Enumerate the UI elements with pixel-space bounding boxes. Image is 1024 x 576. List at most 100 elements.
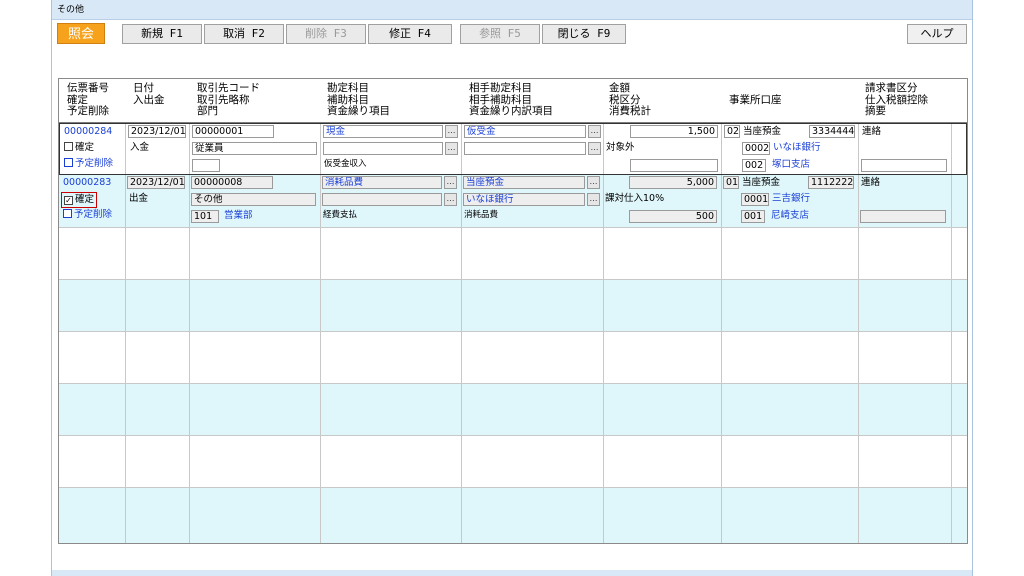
ellipsis-icon[interactable]: …	[445, 142, 458, 155]
inquiry-mode-button[interactable]: 照会	[57, 23, 105, 44]
sub-account-field[interactable]	[323, 142, 443, 155]
header-voucher: 伝票番号 確定 予定削除	[67, 82, 109, 118]
invoice-class: 連絡	[861, 177, 881, 188]
summary-field[interactable]	[860, 210, 946, 223]
reference-button[interactable]: 参照 F5	[460, 24, 540, 44]
confirmed-checkbox[interactable]: 確定	[64, 141, 94, 155]
voucher-number[interactable]: 00000283	[63, 176, 111, 190]
header-line: 予定削除	[67, 105, 109, 117]
counter-account-field[interactable]: 仮受金	[464, 125, 586, 138]
header-line: 資金繰り内訳項目	[469, 105, 553, 117]
bank-code[interactable]: 0001	[741, 193, 769, 206]
grid-header: 伝票番号 確定 予定削除 日付 入出金 取引先コード 取引先略称 部門 勘定科目…	[59, 79, 967, 123]
header-line: 勘定科目	[327, 82, 369, 94]
planned-delete-checkbox[interactable]: 予定削除	[64, 157, 113, 171]
row-band	[59, 279, 967, 331]
tax-class: 課対仕入10%	[605, 193, 665, 204]
window-bottom-edge	[52, 570, 972, 576]
office-no[interactable]: 01	[723, 176, 739, 189]
header-counter-account: 相手勘定科目 相手補助科目 資金繰り内訳項目	[469, 82, 553, 118]
cash-item: 経費支払	[323, 210, 358, 220]
partner-name-field[interactable]: 従業員	[192, 142, 317, 155]
date-field[interactable]: 2023/12/01	[128, 125, 186, 138]
ellipsis-icon[interactable]: …	[587, 193, 600, 206]
header-line: 相手勘定科目	[469, 82, 532, 94]
confirmed-label: 確定	[75, 194, 95, 205]
new-button[interactable]: 新規 F1	[122, 24, 202, 44]
dept-code-field[interactable]: 101	[191, 210, 219, 223]
header-line: 日付	[133, 82, 154, 94]
summary-field[interactable]	[861, 159, 947, 172]
tax-total-field[interactable]: 500	[629, 210, 717, 223]
checkbox-checked-icon: ✓	[64, 196, 73, 205]
tax-total-field[interactable]	[630, 159, 718, 172]
tax-class: 対象外	[606, 142, 635, 153]
row-band	[59, 487, 967, 543]
office-acct[interactable]: 1112222	[808, 176, 854, 189]
table-row[interactable]: 00000284 確定 予定削除 2023/12/01 入金 00000001 …	[59, 123, 967, 175]
ellipsis-icon[interactable]: …	[587, 176, 600, 189]
cash-item: 仮受金収入	[324, 159, 367, 169]
amount-field[interactable]: 1,500	[630, 125, 718, 138]
account-field[interactable]: 現金	[323, 125, 443, 138]
header-line: 資金繰り項目	[327, 105, 390, 117]
bank-name: いなほ銀行	[773, 142, 821, 153]
ellipsis-icon[interactable]: …	[588, 125, 601, 138]
header-line: 部門	[197, 105, 218, 117]
header-line: 伝票番号	[67, 82, 109, 94]
header-line: 金額	[609, 82, 630, 94]
branch-code[interactable]: 001	[741, 210, 765, 223]
sub-account-field[interactable]	[322, 193, 442, 206]
help-button[interactable]: ヘルプ	[907, 24, 967, 44]
cancel-button[interactable]: 取消 F2	[204, 24, 284, 44]
counter-sub-field[interactable]: いなほ銀行	[463, 193, 585, 206]
header-line: 摘要	[865, 105, 886, 117]
office-type: 当座預金	[742, 177, 781, 188]
voucher-number[interactable]: 00000284	[64, 125, 112, 139]
office-type: 当座預金	[743, 126, 782, 137]
main-window: その他 照会 新規 F1 取消 F2 削除 F3 修正 F4 参照 F5 閉じる…	[51, 0, 973, 576]
partner-code-field[interactable]: 00000001	[192, 125, 274, 138]
close-button[interactable]: 閉じる F9	[542, 24, 626, 44]
partner-name-field[interactable]: その他	[191, 193, 316, 206]
header-invoice: 請求書区分 仕入税額控除 摘要	[865, 82, 928, 118]
header-date: 日付 入出金	[133, 82, 165, 106]
delete-label: 予定削除	[75, 158, 114, 169]
table-row[interactable]: 00000283 ✓ 確定 予定削除 2023/12/01 出金 00000008…	[59, 175, 967, 227]
voucher-grid: 伝票番号 確定 予定削除 日付 入出金 取引先コード 取引先略称 部門 勘定科目…	[58, 78, 968, 544]
counter-cash-item: 消耗品費	[464, 210, 499, 220]
header-account: 勘定科目 補助科目 資金繰り項目	[327, 82, 390, 118]
ellipsis-icon[interactable]: …	[444, 176, 457, 189]
dept-code-field[interactable]	[192, 159, 220, 172]
ellipsis-icon[interactable]: …	[444, 193, 457, 206]
checkbox-icon	[64, 158, 73, 167]
dept-name: 営業部	[224, 210, 253, 221]
delete-button[interactable]: 削除 F3	[286, 24, 366, 44]
planned-delete-checkbox[interactable]: 予定削除	[63, 208, 112, 222]
branch-name: 塚口支店	[772, 159, 811, 170]
row-band	[59, 435, 967, 487]
checkbox-icon	[63, 209, 72, 218]
branch-code[interactable]: 002	[742, 159, 766, 172]
partner-code-field[interactable]: 00000008	[191, 176, 273, 189]
header-line: 消費税計	[609, 105, 651, 117]
edit-button[interactable]: 修正 F4	[368, 24, 452, 44]
counter-account-field[interactable]: 当座預金	[463, 176, 585, 189]
header-line: 取引先コード	[197, 82, 260, 94]
ellipsis-icon[interactable]: …	[445, 125, 458, 138]
io-type: 出金	[129, 193, 149, 204]
ellipsis-icon[interactable]: …	[588, 142, 601, 155]
office-acct[interactable]: 3334444	[809, 125, 855, 138]
amount-field[interactable]: 5,000	[629, 176, 717, 189]
office-no[interactable]: 02	[724, 125, 740, 138]
header-office-account: 事業所口座	[729, 94, 782, 107]
toolbar: 照会 新規 F1 取消 F2 削除 F3 修正 F4 参照 F5 閉じる F9 …	[52, 22, 972, 46]
counter-sub-field[interactable]	[464, 142, 586, 155]
row-band	[59, 227, 967, 279]
bank-code[interactable]: 0002	[742, 142, 770, 155]
window-title: その他	[52, 0, 972, 20]
account-field[interactable]: 消耗品費	[322, 176, 442, 189]
date-field[interactable]: 2023/12/01	[127, 176, 185, 189]
checkbox-icon	[64, 142, 73, 151]
confirmed-checkbox[interactable]: ✓ 確定	[61, 192, 98, 208]
